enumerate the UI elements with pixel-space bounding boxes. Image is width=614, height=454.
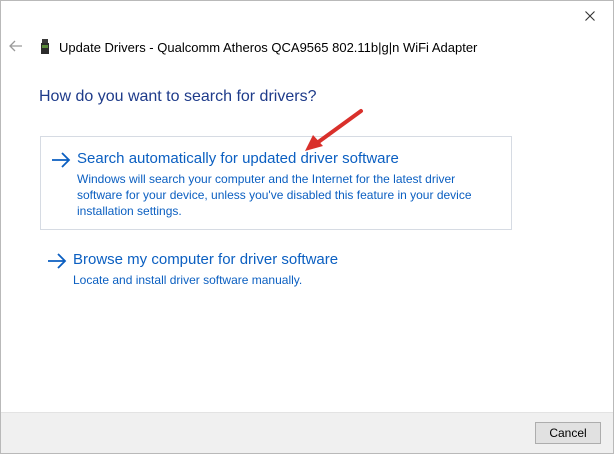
right-arrow-icon	[48, 253, 67, 269]
search-automatically-option[interactable]: Search automatically for updated driver …	[40, 136, 512, 230]
browse-computer-option[interactable]: Browse my computer for driver software L…	[40, 246, 512, 296]
close-icon	[585, 11, 595, 21]
dialog-footer: Cancel	[1, 412, 613, 453]
back-button[interactable]	[7, 37, 25, 55]
option-title: Browse my computer for driver software	[73, 251, 339, 268]
title-bar: Update Drivers - Qualcomm Atheros QCA956…	[39, 38, 477, 56]
close-button[interactable]	[567, 1, 613, 31]
red-pointer-arrow-icon	[305, 109, 363, 151]
cancel-button[interactable]: Cancel	[535, 422, 601, 444]
back-arrow-icon	[9, 40, 22, 52]
window-title: Update Drivers - Qualcomm Atheros QCA956…	[59, 39, 478, 55]
option-title: Search automatically for updated driver …	[77, 150, 399, 167]
network-adapter-icon	[41, 39, 49, 54]
right-arrow-icon	[52, 152, 71, 168]
option-description: Windows will search your computer and th…	[77, 172, 472, 218]
update-drivers-dialog: Update Drivers - Qualcomm Atheros QCA956…	[0, 0, 614, 454]
page-heading: How do you want to search for drivers?	[39, 88, 317, 105]
option-description: Locate and install driver software manua…	[73, 273, 303, 287]
